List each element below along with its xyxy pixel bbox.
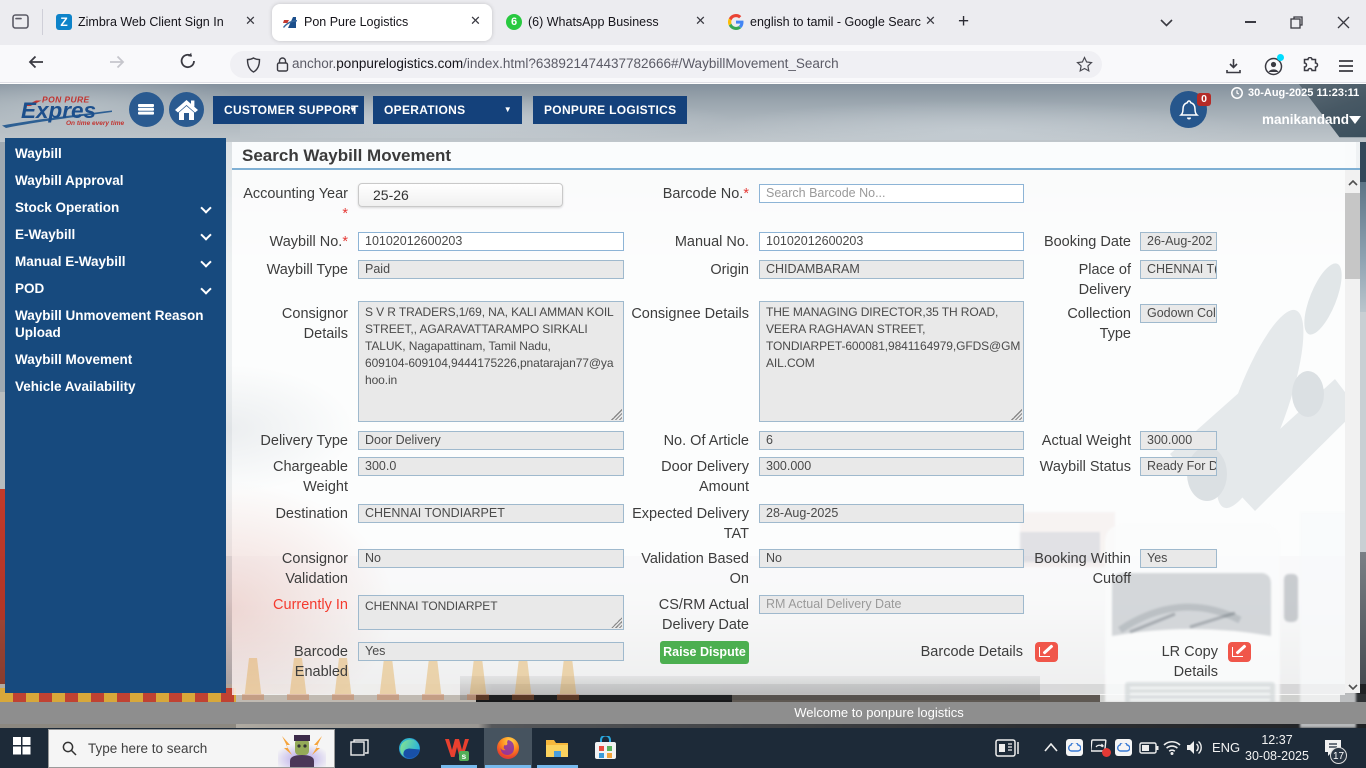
svg-text:On time every time: On time every time — [66, 120, 125, 127]
svg-text:s: s — [462, 751, 467, 761]
